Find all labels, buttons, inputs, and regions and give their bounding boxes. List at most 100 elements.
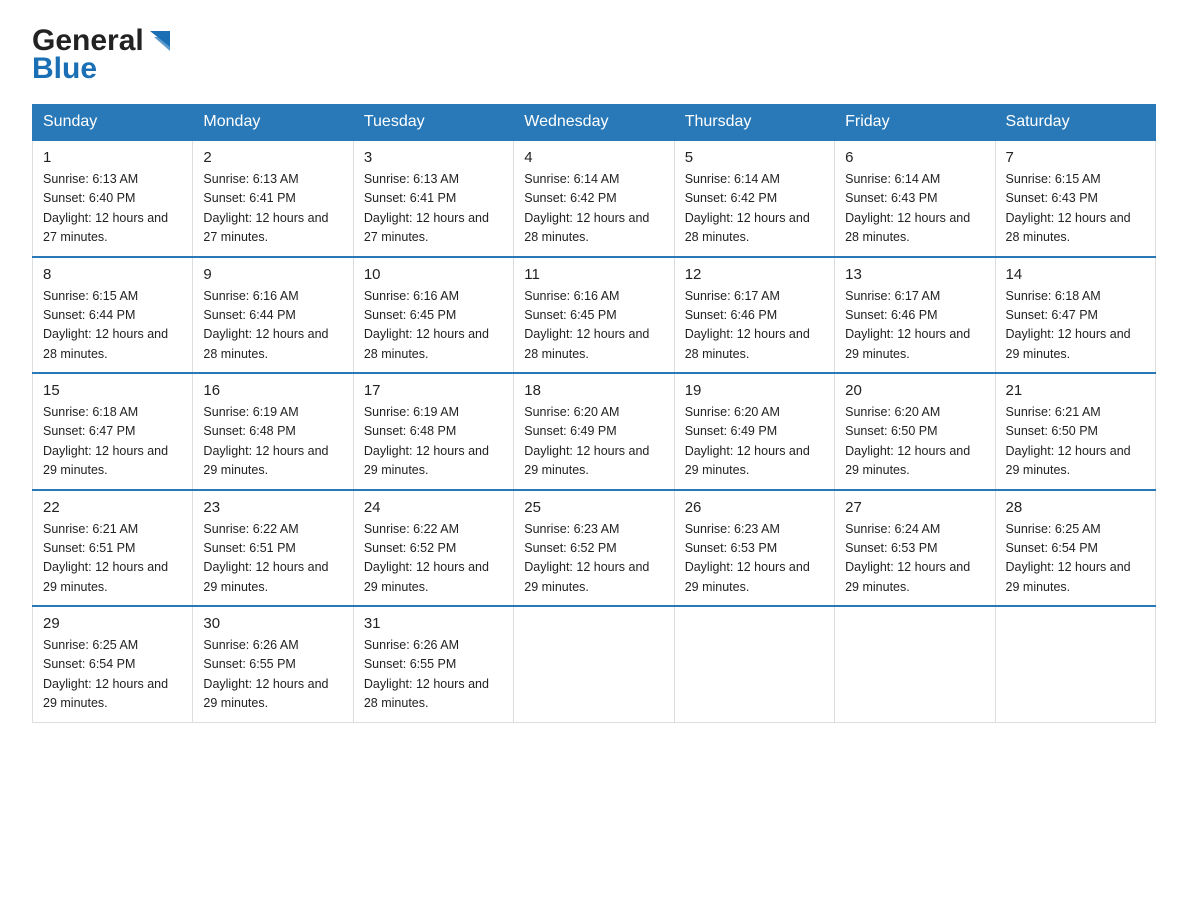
sunrise-label: Sunrise: 6:20 AM <box>685 405 780 419</box>
day-number: 6 <box>845 149 984 166</box>
daylight-label: Daylight: 12 hours and 27 minutes. <box>43 211 168 244</box>
sunset-label: Sunset: 6:53 PM <box>845 541 937 555</box>
calendar-day-cell: 11 Sunrise: 6:16 AM Sunset: 6:45 PM Dayl… <box>514 257 674 374</box>
calendar-day-cell: 9 Sunrise: 6:16 AM Sunset: 6:44 PM Dayli… <box>193 257 353 374</box>
calendar-day-cell: 17 Sunrise: 6:19 AM Sunset: 6:48 PM Dayl… <box>353 373 513 490</box>
calendar-day-cell: 16 Sunrise: 6:19 AM Sunset: 6:48 PM Dayl… <box>193 373 353 490</box>
header-sunday: Sunday <box>33 105 193 141</box>
sunset-label: Sunset: 6:54 PM <box>1006 541 1098 555</box>
sunset-label: Sunset: 6:44 PM <box>203 308 295 322</box>
day-info: Sunrise: 6:14 AM Sunset: 6:43 PM Dayligh… <box>845 170 984 248</box>
calendar-week-row: 15 Sunrise: 6:18 AM Sunset: 6:47 PM Dayl… <box>33 373 1156 490</box>
daylight-label: Daylight: 12 hours and 29 minutes. <box>43 677 168 710</box>
daylight-label: Daylight: 12 hours and 27 minutes. <box>364 211 489 244</box>
daylight-label: Daylight: 12 hours and 29 minutes. <box>845 327 970 360</box>
daylight-label: Daylight: 12 hours and 29 minutes. <box>203 560 328 593</box>
day-number: 29 <box>43 615 182 632</box>
sunset-label: Sunset: 6:45 PM <box>364 308 456 322</box>
sunset-label: Sunset: 6:46 PM <box>845 308 937 322</box>
daylight-label: Daylight: 12 hours and 28 minutes. <box>845 211 970 244</box>
daylight-label: Daylight: 12 hours and 29 minutes. <box>1006 327 1131 360</box>
day-number: 3 <box>364 149 503 166</box>
calendar-body: 1 Sunrise: 6:13 AM Sunset: 6:40 PM Dayli… <box>33 140 1156 722</box>
sunset-label: Sunset: 6:42 PM <box>524 191 616 205</box>
daylight-label: Daylight: 12 hours and 28 minutes. <box>524 211 649 244</box>
day-number: 18 <box>524 382 663 399</box>
weekday-header-row: Sunday Monday Tuesday Wednesday Thursday… <box>33 105 1156 141</box>
day-info: Sunrise: 6:26 AM Sunset: 6:55 PM Dayligh… <box>364 636 503 714</box>
daylight-label: Daylight: 12 hours and 28 minutes. <box>685 327 810 360</box>
daylight-label: Daylight: 12 hours and 28 minutes. <box>203 327 328 360</box>
calendar-day-cell: 7 Sunrise: 6:15 AM Sunset: 6:43 PM Dayli… <box>995 140 1155 257</box>
day-info: Sunrise: 6:24 AM Sunset: 6:53 PM Dayligh… <box>845 520 984 598</box>
day-info: Sunrise: 6:23 AM Sunset: 6:53 PM Dayligh… <box>685 520 824 598</box>
day-number: 13 <box>845 266 984 283</box>
day-info: Sunrise: 6:14 AM Sunset: 6:42 PM Dayligh… <box>685 170 824 248</box>
daylight-label: Daylight: 12 hours and 29 minutes. <box>524 444 649 477</box>
day-number: 1 <box>43 149 182 166</box>
daylight-label: Daylight: 12 hours and 28 minutes. <box>685 211 810 244</box>
day-number: 24 <box>364 499 503 516</box>
day-info: Sunrise: 6:17 AM Sunset: 6:46 PM Dayligh… <box>845 287 984 365</box>
sunset-label: Sunset: 6:51 PM <box>43 541 135 555</box>
logo-blue-text: Blue <box>32 52 97 86</box>
sunset-label: Sunset: 6:47 PM <box>43 424 135 438</box>
sunrise-label: Sunrise: 6:19 AM <box>364 405 459 419</box>
sunrise-label: Sunrise: 6:17 AM <box>685 289 780 303</box>
header-thursday: Thursday <box>674 105 834 141</box>
calendar-day-cell: 14 Sunrise: 6:18 AM Sunset: 6:47 PM Dayl… <box>995 257 1155 374</box>
day-info: Sunrise: 6:25 AM Sunset: 6:54 PM Dayligh… <box>1006 520 1145 598</box>
day-number: 8 <box>43 266 182 283</box>
sunset-label: Sunset: 6:49 PM <box>685 424 777 438</box>
day-info: Sunrise: 6:20 AM Sunset: 6:49 PM Dayligh… <box>685 403 824 481</box>
daylight-label: Daylight: 12 hours and 28 minutes. <box>364 327 489 360</box>
sunrise-label: Sunrise: 6:25 AM <box>43 638 138 652</box>
sunrise-label: Sunrise: 6:16 AM <box>524 289 619 303</box>
sunrise-label: Sunrise: 6:20 AM <box>524 405 619 419</box>
daylight-label: Daylight: 12 hours and 29 minutes. <box>685 560 810 593</box>
daylight-label: Daylight: 12 hours and 29 minutes. <box>685 444 810 477</box>
day-info: Sunrise: 6:16 AM Sunset: 6:45 PM Dayligh… <box>364 287 503 365</box>
day-number: 28 <box>1006 499 1145 516</box>
day-info: Sunrise: 6:22 AM Sunset: 6:52 PM Dayligh… <box>364 520 503 598</box>
calendar-day-cell: 8 Sunrise: 6:15 AM Sunset: 6:44 PM Dayli… <box>33 257 193 374</box>
day-info: Sunrise: 6:15 AM Sunset: 6:44 PM Dayligh… <box>43 287 182 365</box>
day-number: 26 <box>685 499 824 516</box>
calendar-day-cell: 19 Sunrise: 6:20 AM Sunset: 6:49 PM Dayl… <box>674 373 834 490</box>
daylight-label: Daylight: 12 hours and 29 minutes. <box>1006 560 1131 593</box>
calendar-table: Sunday Monday Tuesday Wednesday Thursday… <box>32 104 1156 723</box>
calendar-week-row: 29 Sunrise: 6:25 AM Sunset: 6:54 PM Dayl… <box>33 606 1156 722</box>
calendar-day-cell: 20 Sunrise: 6:20 AM Sunset: 6:50 PM Dayl… <box>835 373 995 490</box>
calendar-day-cell: 27 Sunrise: 6:24 AM Sunset: 6:53 PM Dayl… <box>835 490 995 607</box>
day-info: Sunrise: 6:16 AM Sunset: 6:45 PM Dayligh… <box>524 287 663 365</box>
sunset-label: Sunset: 6:50 PM <box>845 424 937 438</box>
calendar-day-cell <box>674 606 834 722</box>
sunset-label: Sunset: 6:43 PM <box>845 191 937 205</box>
calendar-day-cell <box>514 606 674 722</box>
calendar-day-cell <box>835 606 995 722</box>
sunset-label: Sunset: 6:55 PM <box>364 657 456 671</box>
day-number: 22 <box>43 499 182 516</box>
day-info: Sunrise: 6:22 AM Sunset: 6:51 PM Dayligh… <box>203 520 342 598</box>
sunset-label: Sunset: 6:41 PM <box>203 191 295 205</box>
sunset-label: Sunset: 6:44 PM <box>43 308 135 322</box>
sunset-label: Sunset: 6:55 PM <box>203 657 295 671</box>
calendar-day-cell: 6 Sunrise: 6:14 AM Sunset: 6:43 PM Dayli… <box>835 140 995 257</box>
calendar-day-cell: 10 Sunrise: 6:16 AM Sunset: 6:45 PM Dayl… <box>353 257 513 374</box>
day-info: Sunrise: 6:23 AM Sunset: 6:52 PM Dayligh… <box>524 520 663 598</box>
day-number: 19 <box>685 382 824 399</box>
sunset-label: Sunset: 6:53 PM <box>685 541 777 555</box>
calendar-week-row: 8 Sunrise: 6:15 AM Sunset: 6:44 PM Dayli… <box>33 257 1156 374</box>
day-number: 27 <box>845 499 984 516</box>
calendar-day-cell: 22 Sunrise: 6:21 AM Sunset: 6:51 PM Dayl… <box>33 490 193 607</box>
day-number: 21 <box>1006 382 1145 399</box>
day-info: Sunrise: 6:13 AM Sunset: 6:41 PM Dayligh… <box>364 170 503 248</box>
sunset-label: Sunset: 6:49 PM <box>524 424 616 438</box>
sunrise-label: Sunrise: 6:22 AM <box>203 522 298 536</box>
sunrise-label: Sunrise: 6:21 AM <box>43 522 138 536</box>
logo: General Blue <box>32 24 174 86</box>
day-info: Sunrise: 6:26 AM Sunset: 6:55 PM Dayligh… <box>203 636 342 714</box>
sunrise-label: Sunrise: 6:16 AM <box>203 289 298 303</box>
day-info: Sunrise: 6:14 AM Sunset: 6:42 PM Dayligh… <box>524 170 663 248</box>
calendar-day-cell: 24 Sunrise: 6:22 AM Sunset: 6:52 PM Dayl… <box>353 490 513 607</box>
